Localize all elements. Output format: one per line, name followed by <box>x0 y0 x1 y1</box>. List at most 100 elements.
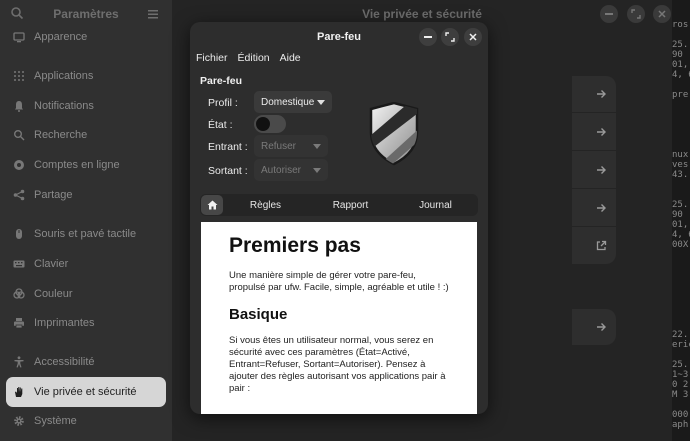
incoming-value: Refuser <box>261 140 297 152</box>
menu-bar: Fichier Édition Aide <box>196 52 301 64</box>
profile-label: Profil : <box>208 97 238 109</box>
terminal-line: aph <box>672 420 689 430</box>
terminal-line: nux <box>672 150 689 160</box>
list-row-4[interactable] <box>572 189 616 226</box>
hamburger-menu-icon[interactable] <box>146 7 160 21</box>
incoming-dropdown[interactable]: Refuser <box>254 135 328 157</box>
sidebar-item-notifications[interactable]: Notifications <box>6 91 166 121</box>
terminal-line: 90 <box>672 210 683 220</box>
terminal-line: 25. <box>672 360 689 370</box>
content-title: Vie privée et sécurité <box>362 7 482 21</box>
sidebar-item-partage[interactable]: Partage <box>6 180 166 210</box>
color-icon <box>13 288 25 300</box>
terminal-line: pre <box>672 90 689 100</box>
sidebar-item-applications[interactable]: Applications <box>6 61 166 91</box>
terminal-line: 00X <box>672 240 689 250</box>
section-title: Pare-feu <box>200 75 243 87</box>
terminal-line: 01, <box>672 220 689 230</box>
terminal-line: M 3 <box>672 390 689 400</box>
menu-edition[interactable]: Édition <box>238 52 270 64</box>
sidebar-item-accessibilite[interactable]: Accessibilité <box>6 347 166 377</box>
terminal-line: 25. <box>672 200 689 210</box>
outgoing-value: Autoriser <box>261 164 302 176</box>
toggle-knob <box>256 117 270 131</box>
help-document[interactable]: Premiers pas Une manière simple de gérer… <box>201 222 477 414</box>
tab-home[interactable] <box>201 195 223 215</box>
accessibility-icon <box>13 356 25 368</box>
dialog-maximize-button[interactable] <box>441 28 459 46</box>
sidebar-item-souris[interactable]: Souris et pavé tactile <box>6 219 166 249</box>
mouse-icon <box>13 228 25 240</box>
close-icon <box>469 33 477 41</box>
terminal-line: 22. <box>672 330 689 340</box>
gear-icon <box>13 415 25 427</box>
search-icon <box>13 129 25 141</box>
dialog-close-button[interactable] <box>464 28 482 46</box>
list-row-3[interactable] <box>572 151 616 188</box>
sidebar-item-recherche[interactable]: Recherche <box>6 120 166 150</box>
maximize-button[interactable] <box>627 5 645 23</box>
sidebar-item-label: Partage <box>34 189 73 201</box>
outgoing-label: Sortant : <box>208 165 248 177</box>
terminal-line: 4, 6 <box>672 230 690 240</box>
sidebar-item-couleur[interactable]: Couleur <box>6 279 166 309</box>
profile-value: Domestique <box>261 96 315 108</box>
chevron-down-icon <box>313 143 321 149</box>
sidebar-item-vie-privee[interactable]: Vie privée et sécurité <box>6 377 166 407</box>
terminal-line: ros <box>672 20 689 30</box>
dialog-minimize-button[interactable] <box>419 28 437 46</box>
share-icon <box>13 189 25 201</box>
chevron-down-icon <box>317 99 325 105</box>
minimize-button[interactable] <box>600 5 618 23</box>
arrow-right-icon <box>597 203 606 212</box>
sidebar-item-imprimantes[interactable]: Imprimantes <box>6 308 166 338</box>
minimize-icon <box>605 13 613 15</box>
list-row-5[interactable] <box>572 227 616 264</box>
arrow-right-icon <box>597 323 606 331</box>
sidebar-item-label: Recherche <box>34 129 88 141</box>
online-accounts-icon <box>13 159 25 171</box>
tab-bar: Règles Rapport Journal <box>200 194 478 216</box>
tab-rapport[interactable]: Rapport <box>308 200 393 211</box>
tab-regles[interactable]: Règles <box>223 200 308 211</box>
terminal-line: 43. <box>672 170 689 180</box>
menu-fichier[interactable]: Fichier <box>196 52 228 64</box>
list-row-1[interactable] <box>572 76 616 112</box>
arrow-right-icon <box>597 90 606 98</box>
sidebar-item-label: Clavier <box>34 258 69 270</box>
sidebar-item-label: Vie privée et sécurité <box>34 386 137 398</box>
doc-heading: Premiers pas <box>229 234 361 257</box>
tab-journal[interactable]: Journal <box>393 200 478 211</box>
list-row-6[interactable] <box>572 309 616 345</box>
sidebar-item-clavier[interactable]: Clavier <box>6 249 166 279</box>
maximize-icon <box>631 9 641 19</box>
state-toggle[interactable] <box>254 115 286 133</box>
list-row-2[interactable] <box>572 113 616 150</box>
firewall-dialog: Pare-feu Fichier Édition Aide Pare-feu P… <box>190 22 488 414</box>
terminal-line: ves <box>672 160 689 170</box>
terminal-line: 90 <box>672 50 683 60</box>
sidebar-item-systeme[interactable]: Système <box>6 406 166 436</box>
close-button[interactable] <box>653 5 671 23</box>
outgoing-dropdown[interactable]: Autoriser <box>254 159 328 181</box>
sidebar-item-comptes-en-ligne[interactable]: Comptes en ligne <box>6 150 166 180</box>
minimize-icon <box>424 36 432 38</box>
terminal-line: 1~3 <box>672 370 689 380</box>
profile-dropdown[interactable]: Domestique <box>254 91 332 113</box>
incoming-label: Entrant : <box>208 141 248 153</box>
menu-aide[interactable]: Aide <box>280 52 301 64</box>
terminal-line: 0 2 <box>672 380 689 390</box>
terminal-line: 000 <box>672 410 689 420</box>
terminal-line: eric <box>672 340 690 350</box>
sidebar-item-apparence[interactable]: Apparence <box>6 22 166 52</box>
